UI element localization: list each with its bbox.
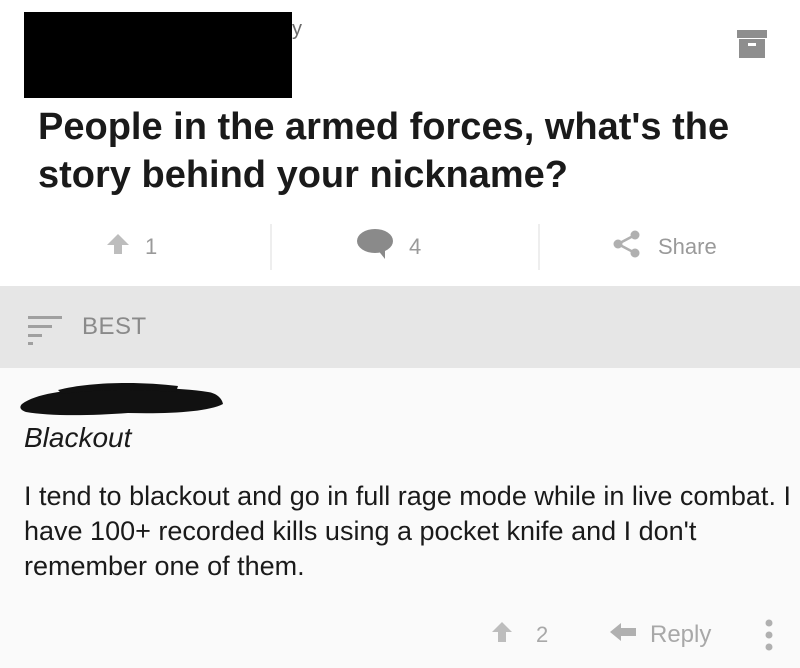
sort-icon[interactable] [26,312,66,346]
post-upvote-count: 1 [145,234,158,259]
redacted-username-block [24,12,292,98]
action-divider [270,224,272,270]
share-icon [610,229,644,265]
action-divider [538,224,540,270]
comment-title: Blackout [24,422,132,453]
post-meta-fragment: y [292,18,302,40]
more-vertical-icon[interactable] [756,616,782,654]
upvote-arrow-icon [105,232,131,262]
archive-icon[interactable] [735,27,769,61]
post-action-bar: 1 4 Share [0,214,800,280]
comment-upvote-count: 2 [536,622,549,647]
redacted-comment-author [18,378,226,422]
comment-upvote-button[interactable]: 2 [490,608,548,662]
post-share-button[interactable]: Share [610,214,717,280]
reply-button[interactable]: Reply [608,608,711,662]
comment-bubble-icon [355,227,395,267]
post-upvote-button[interactable]: 1 [105,214,157,280]
share-label: Share [658,234,717,259]
post-title[interactable]: People in the armed forces, what's the s… [38,103,778,199]
comment-footer: 2 Reply [0,608,800,662]
reply-label: Reply [650,621,712,648]
reply-arrow-icon [608,621,638,650]
post-comments-button[interactable]: 4 [355,214,421,280]
upvote-arrow-icon [490,620,514,650]
post-comment-count: 4 [409,234,422,259]
comment-body: I tend to blackout and go in full rage m… [24,481,791,581]
sort-label[interactable]: BEST [82,313,147,341]
